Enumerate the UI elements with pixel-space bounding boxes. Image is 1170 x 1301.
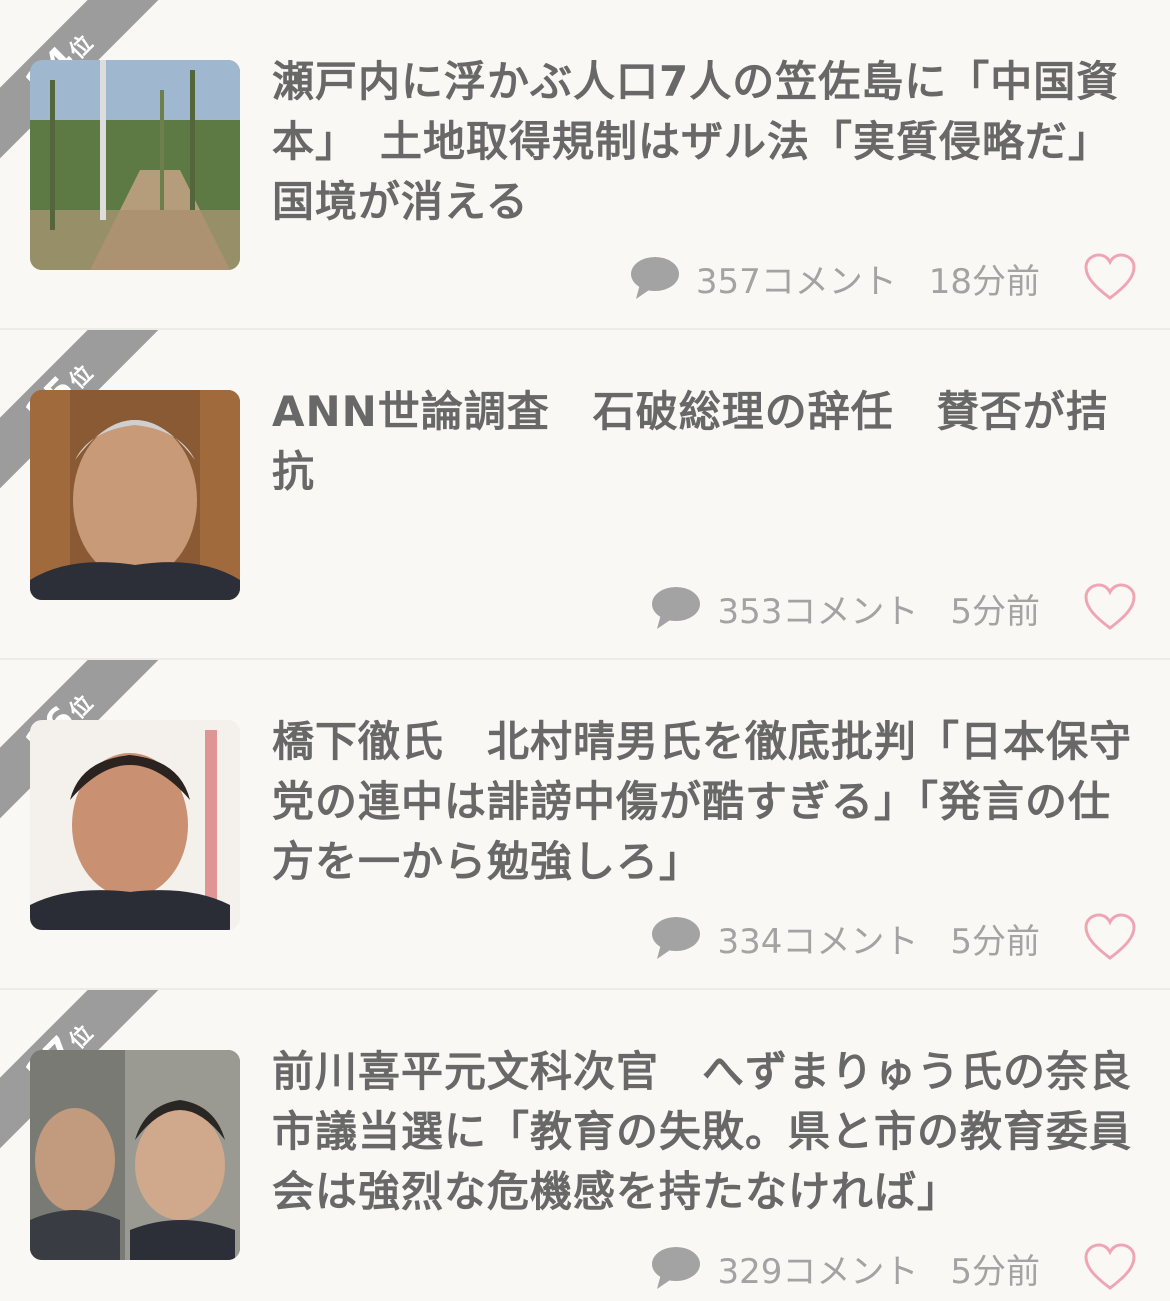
speech-bubble-icon: [651, 1246, 701, 1290]
article-meta: 357コメント 18分前: [630, 250, 1040, 306]
posted-time: 5分前: [950, 591, 1040, 632]
article-thumbnail[interactable]: [30, 1050, 240, 1260]
list-item[interactable]: 25位 ANN世論調査 石破総理の辞任 賛否が拮抗 353コメント 5分前: [0, 330, 1170, 660]
article-title[interactable]: ANN世論調査 石破総理の辞任 賛否が拮抗: [272, 382, 1142, 502]
article-title[interactable]: 橋下徹氏 北村晴男氏を徹底批判「日本保守党の連中は誹謗中傷が酷すぎる」「発言の仕…: [272, 712, 1142, 892]
comment-count[interactable]: 357コメント: [696, 254, 897, 303]
list-item[interactable]: 24位 瀬戸内に浮かぶ人口7人の笠佐島に「中国資本」 土地取得規制はザル法「実質…: [0, 0, 1170, 330]
article-meta: 353コメント 5分前: [651, 580, 1040, 636]
article-meta: 334コメント 5分前: [651, 910, 1040, 966]
article-meta: 329コメント 5分前: [651, 1240, 1040, 1296]
heart-outline-icon[interactable]: [1084, 582, 1136, 634]
posted-time: 5分前: [950, 1251, 1040, 1292]
posted-time: 18分前: [928, 261, 1040, 302]
list-item[interactable]: 27位 前川喜平元文科次官 へずまりゅう氏の奈良市議当選に「教育の失敗。県と市の…: [0, 990, 1170, 1301]
list-item[interactable]: 26位 橋下徹氏 北村晴男氏を徹底批判「日本保守党の連中は誹謗中傷が酷すぎる」「…: [0, 660, 1170, 990]
speech-bubble-icon: [651, 916, 701, 960]
article-title[interactable]: 瀬戸内に浮かぶ人口7人の笠佐島に「中国資本」 土地取得規制はザル法「実質侵略だ」…: [272, 52, 1142, 232]
comment-count[interactable]: 353コメント: [717, 584, 918, 633]
speech-bubble-icon: [651, 586, 701, 630]
comment-count[interactable]: 334コメント: [717, 914, 918, 963]
comment-count[interactable]: 329コメント: [717, 1244, 918, 1293]
ranking-list: 24位 瀬戸内に浮かぶ人口7人の笠佐島に「中国資本」 土地取得規制はザル法「実質…: [0, 0, 1170, 1301]
heart-outline-icon[interactable]: [1084, 912, 1136, 964]
posted-time: 5分前: [950, 921, 1040, 962]
speech-bubble-icon: [630, 256, 680, 300]
article-thumbnail[interactable]: [30, 390, 240, 600]
article-thumbnail[interactable]: [30, 60, 240, 270]
article-thumbnail[interactable]: [30, 720, 240, 930]
heart-outline-icon[interactable]: [1084, 252, 1136, 304]
article-title[interactable]: 前川喜平元文科次官 へずまりゅう氏の奈良市議当選に「教育の失敗。県と市の教育委員…: [272, 1042, 1142, 1222]
heart-outline-icon[interactable]: [1084, 1242, 1136, 1294]
